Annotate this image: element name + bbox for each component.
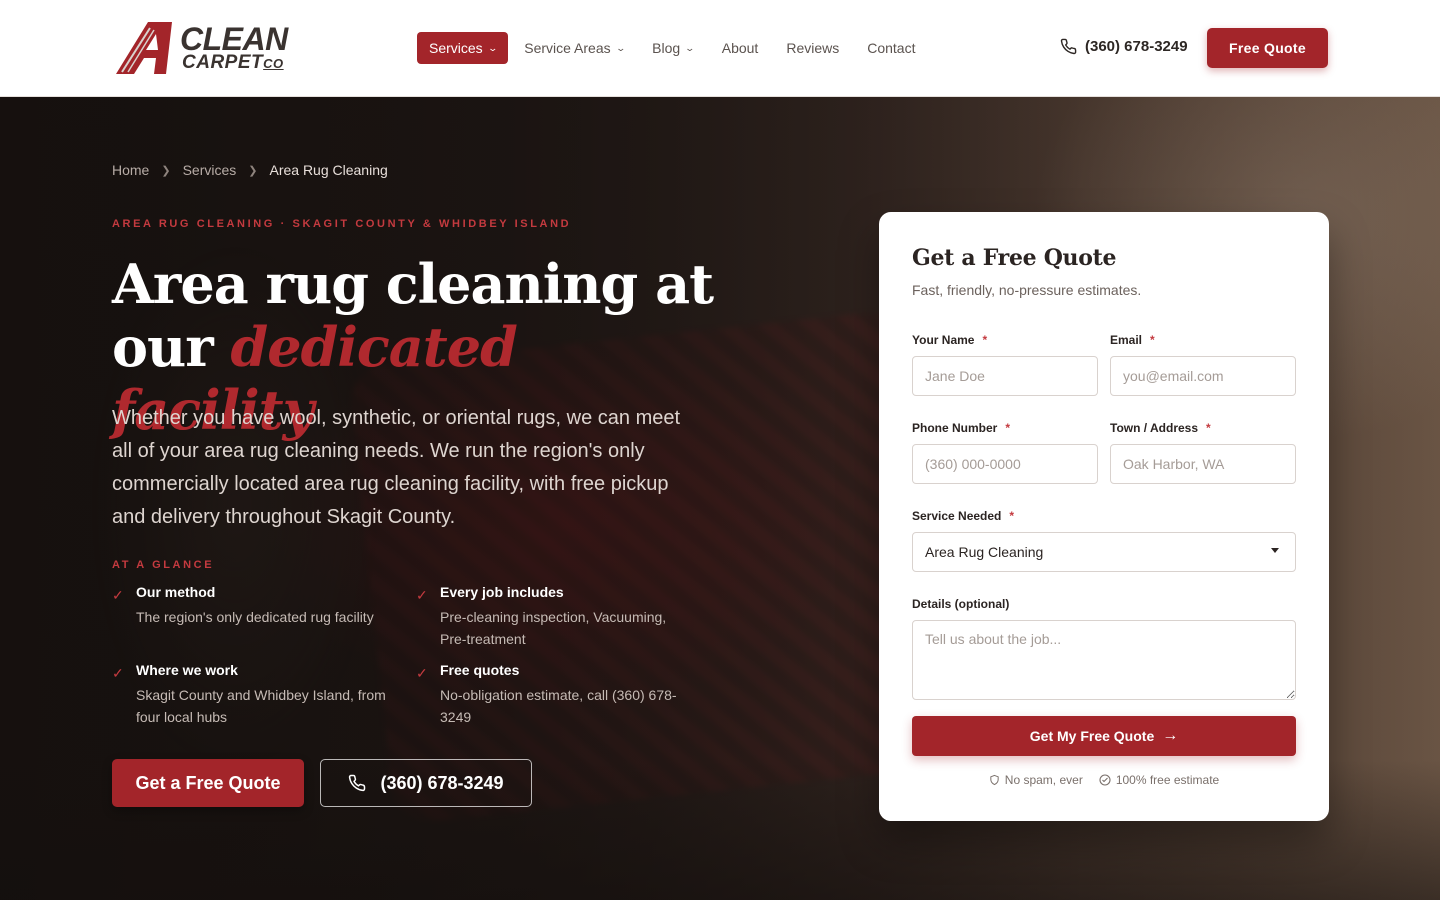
brand-logo[interactable]: CLEAN CARPETCO — [116, 22, 306, 74]
form-subtitle: Fast, friendly, no-pressure estimates. — [912, 282, 1142, 298]
glance-item-desc: The region's only dedicated rug facility — [136, 609, 374, 625]
nav-item-label: Services — [429, 40, 483, 56]
name-label: Your Name * — [912, 333, 987, 347]
town-label-text: Town / Address — [1110, 421, 1199, 435]
required-mark: * — [982, 333, 988, 347]
nav-item-label: Contact — [867, 40, 916, 56]
glance-item-title: Our method — [136, 584, 216, 600]
nav-item-reviews[interactable]: Reviews — [774, 32, 851, 64]
nav-item-services[interactable]: Services ⌄ — [417, 32, 509, 64]
page-title-line2: our — [112, 315, 231, 379]
nav-item-label: About — [721, 40, 759, 56]
hero-phone-text: (360) 678-3249 — [380, 772, 504, 793]
glance-item-title: Free quotes — [440, 662, 520, 678]
email-label-text: Email — [1110, 333, 1143, 347]
phone-input[interactable] — [912, 444, 1098, 484]
glance-item-title: Every job includes — [440, 584, 564, 600]
breadcrumb: Home ❯ Services ❯ Area Rug Cleaning — [112, 162, 388, 178]
glance-label: AT A GLANCE — [112, 559, 215, 571]
header-phone-link[interactable]: (360) 678-3249 — [1060, 38, 1188, 55]
name-input[interactable] — [912, 356, 1098, 396]
town-label: Town / Address * — [1110, 421, 1211, 435]
logo-wordmark-line1: CLEAN — [180, 21, 288, 57]
glance-item-title: Where we work — [136, 662, 238, 678]
header-phone-text: (360) 678-3249 — [1085, 38, 1188, 55]
hero-eyebrow: AREA RUG CLEANING · SKAGIT COUNTY & WHID… — [112, 218, 572, 230]
nav-item-label: Reviews — [786, 40, 840, 56]
breadcrumb-home[interactable]: Home — [112, 162, 149, 178]
check-circle-icon — [1099, 774, 1111, 786]
required-mark: * — [1009, 509, 1015, 523]
arrow-right-icon: → — [1162, 727, 1179, 744]
main-nav: Services ⌄ Service Areas ⌄ Blog ⌄ About … — [417, 32, 931, 64]
town-input[interactable] — [1110, 444, 1296, 484]
phone-label-text: Phone Number — [912, 421, 998, 435]
check-icon: ✓ — [416, 665, 428, 681]
email-input[interactable] — [1110, 356, 1296, 396]
details-label: Details (optional) — [912, 597, 1010, 611]
required-mark: * — [1206, 421, 1211, 435]
chevron-down-icon: ⌄ — [487, 42, 498, 53]
check-icon: ✓ — [112, 665, 124, 681]
page-title-line1: Area rug cleaning at — [112, 252, 714, 316]
phone-icon — [1060, 38, 1077, 55]
hero-quote-button[interactable]: Get a Free Quote — [112, 759, 304, 807]
phone-icon — [349, 774, 366, 792]
glance-list: ✓ Our method The region's only dedicated… — [112, 584, 712, 725]
breadcrumb-current: Area Rug Cleaning — [269, 162, 388, 178]
trust-item: 100% free estimate — [1099, 773, 1219, 787]
service-label: Service Needed * — [912, 509, 1014, 523]
trust-text: No spam, ever — [1004, 773, 1083, 787]
nav-item-label: Service Areas — [524, 40, 611, 56]
nav-item-contact[interactable]: Contact — [855, 32, 927, 64]
chevron-right-icon: ❯ — [248, 164, 258, 177]
logo-wordmark-line2: CARPETCO — [182, 53, 284, 74]
chevron-down-icon: ⌄ — [615, 42, 626, 53]
shield-icon — [990, 774, 999, 786]
site-header: CLEAN CARPETCO Services ⌄ Service Areas … — [0, 0, 1440, 97]
logo-carpet-text: CARPET — [182, 52, 264, 73]
service-select[interactable]: Area Rug Cleaning — [912, 532, 1296, 572]
quote-form-card: Get a Free Quote Fast, friendly, no-pres… — [879, 212, 1329, 821]
submit-label: Get My Free Quote — [1029, 728, 1155, 744]
trust-badges: No spam, ever 100% free estimate — [879, 773, 1329, 787]
check-icon: ✓ — [112, 587, 124, 603]
logo-co-text: CO — [263, 56, 284, 71]
service-select-value: Area Rug Cleaning — [925, 544, 1044, 560]
nav-item-blog[interactable]: Blog ⌄ — [640, 32, 706, 64]
glance-item-desc: Pre-cleaning inspection, Vacuuming, Pre-… — [440, 609, 667, 647]
submit-quote-button[interactable]: Get My Free Quote → — [912, 716, 1296, 756]
trust-item: No spam, ever — [989, 773, 1083, 787]
glance-item-desc: No-obligation estimate, call (360) 678-3… — [440, 687, 677, 725]
hero-lead: Whether you have wool, synthetic, or ori… — [112, 407, 681, 528]
service-label-text: Service Needed — [912, 509, 1002, 523]
required-mark: * — [1005, 421, 1011, 435]
logo-a-icon — [116, 22, 172, 74]
breadcrumb-services[interactable]: Services — [183, 162, 237, 178]
nav-item-about[interactable]: About — [710, 32, 771, 64]
required-mark: * — [1150, 333, 1155, 347]
hero-phone-button[interactable]: (360) 678-3249 — [320, 759, 532, 807]
caret-down-icon — [1271, 548, 1279, 553]
name-label-text: Your Name — [912, 333, 975, 347]
trust-text: 100% free estimate — [1115, 773, 1220, 787]
glance-item-desc: Skagit County and Whidbey Island, from f… — [136, 687, 386, 725]
email-label: Email * — [1110, 333, 1155, 347]
free-quote-button[interactable]: Free Quote — [1207, 28, 1328, 68]
nav-item-label: Blog — [652, 40, 681, 56]
check-icon: ✓ — [416, 587, 428, 603]
chevron-right-icon: ❯ — [161, 164, 171, 177]
form-title: Get a Free Quote — [912, 245, 1117, 271]
nav-item-service-areas[interactable]: Service Areas ⌄ — [512, 32, 636, 64]
phone-label: Phone Number * — [912, 421, 1010, 435]
chevron-down-icon: ⌄ — [684, 42, 696, 53]
details-textarea[interactable] — [912, 620, 1296, 700]
